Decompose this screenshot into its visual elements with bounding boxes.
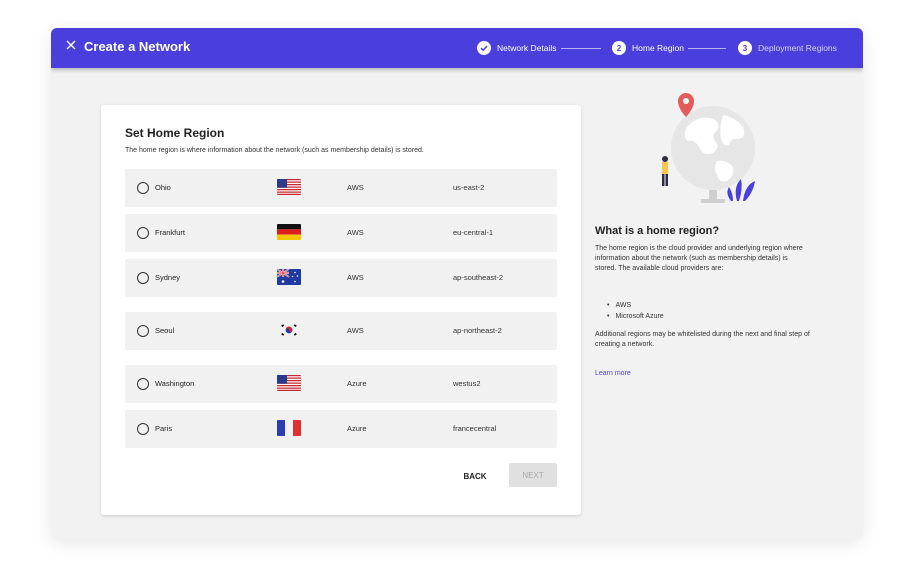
region-row-seoul[interactable]: Seoul AWS ap-northeast-2 <box>125 312 557 350</box>
step-number: 2 <box>612 41 626 55</box>
region-name: Sydney <box>155 273 181 282</box>
list-item: AWS <box>605 300 664 311</box>
top-bar: Create a Network Network Details 2 Home … <box>51 28 863 68</box>
region-row-paris[interactable]: Paris Azure francecentral <box>125 410 557 448</box>
region-code: francecentral <box>453 424 497 433</box>
provider: AWS <box>347 228 364 237</box>
provider: AWS <box>347 273 364 282</box>
region-row-sydney[interactable]: Sydney AWS ap-southeast-2 <box>125 259 557 297</box>
step-label: Home Region <box>632 43 684 53</box>
korea-flag-icon <box>277 322 301 338</box>
globe-illustration <box>651 93 761 208</box>
card-description: The home region is where information abo… <box>125 147 424 154</box>
learn-more-link[interactable]: Learn more <box>595 370 631 377</box>
region-code: us-east-2 <box>453 183 485 192</box>
radio-button[interactable] <box>137 227 149 239</box>
region-name: Ohio <box>155 183 171 192</box>
region-code: ap-southeast-2 <box>453 273 504 282</box>
radio-button[interactable] <box>137 378 149 390</box>
provider: AWS <box>347 183 364 192</box>
step-number: 3 <box>738 41 752 55</box>
stepper: Network Details 2 Home Region 3 Deployme… <box>51 28 863 68</box>
back-button[interactable]: BACK <box>454 464 496 488</box>
us-flag-icon <box>277 375 301 391</box>
step-deployment-regions: 3 Deployment Regions <box>738 40 837 56</box>
region-code: westus2 <box>453 379 481 388</box>
provider-list: AWS Microsoft Azure <box>605 300 664 322</box>
app-window: Create a Network Network Details 2 Home … <box>51 28 863 539</box>
australia-flag-icon <box>277 269 301 285</box>
sidebar-note: Additional regions may be whitelisted du… <box>595 331 810 348</box>
region-name: Frankfurt <box>155 228 186 237</box>
region-code: eu-central-1 <box>453 228 494 237</box>
us-flag-icon <box>277 179 301 195</box>
list-item: Microsoft Azure <box>605 311 663 322</box>
home-region-card: Set Home Region The home region is where… <box>101 105 581 515</box>
france-flag-icon <box>277 420 301 436</box>
region-name: Paris <box>155 424 173 433</box>
step-connector <box>561 48 601 49</box>
step-label: Network Details <box>497 43 557 53</box>
step-home-region: 2 Home Region <box>612 40 684 56</box>
next-button[interactable]: NEXT <box>509 463 557 487</box>
step-label: Deployment Regions <box>758 43 837 53</box>
provider: Azure <box>347 379 367 388</box>
provider: Azure <box>347 424 367 433</box>
step-connector <box>688 48 726 49</box>
region-row-washington[interactable]: Washington Azure westus2 <box>125 365 557 403</box>
region-name: Seoul <box>155 326 175 335</box>
radio-button[interactable] <box>137 272 149 284</box>
step-network-details: Network Details <box>477 40 557 56</box>
sidebar-title: What is a home region? <box>595 225 720 237</box>
card-title: Set Home Region <box>125 126 225 140</box>
region-row-frankfurt[interactable]: Frankfurt AWS eu-central-1 <box>125 214 557 252</box>
radio-button[interactable] <box>137 423 149 435</box>
provider: AWS <box>347 326 364 335</box>
region-name: Washington <box>155 379 195 388</box>
check-icon <box>477 41 491 55</box>
radio-button[interactable] <box>137 182 149 194</box>
region-row-ohio[interactable]: Ohio AWS us-east-2 <box>125 169 557 207</box>
radio-button[interactable] <box>137 325 149 337</box>
region-code: ap-northeast-2 <box>453 326 502 335</box>
germany-flag-icon <box>277 224 301 240</box>
sidebar-body: The home region is the cloud provider an… <box>595 245 803 272</box>
